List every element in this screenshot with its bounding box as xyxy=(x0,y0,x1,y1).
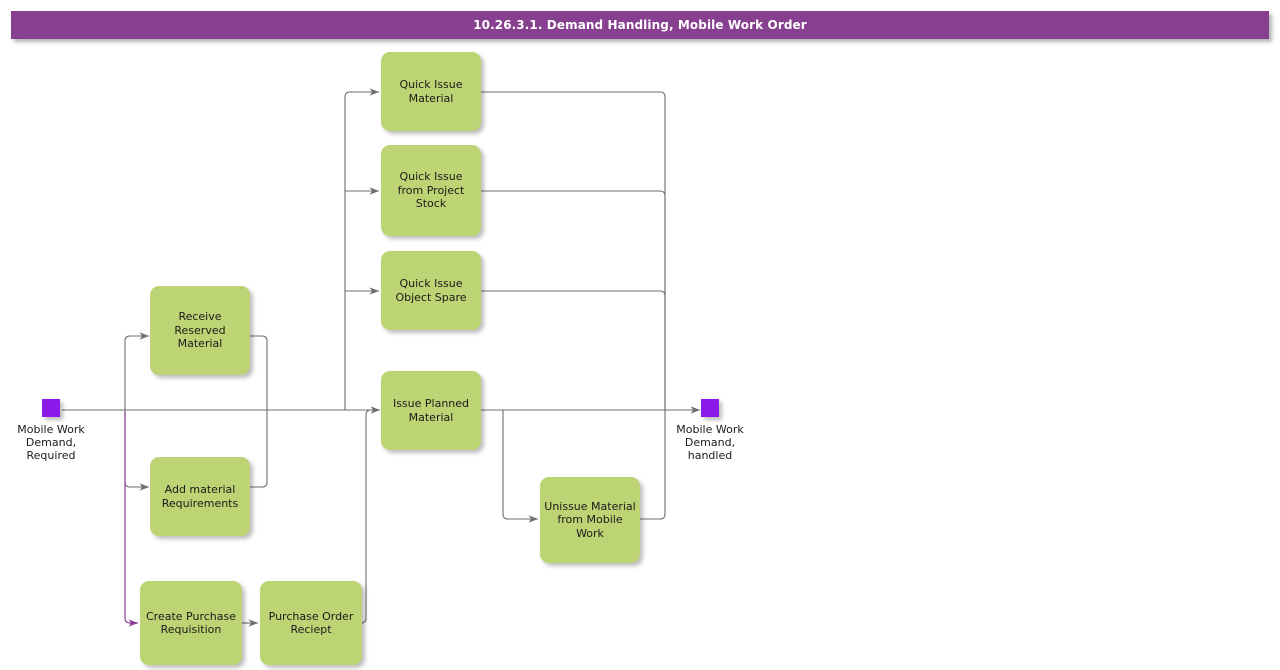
activity-quick-issue-from-project-stock[interactable]: Quick Issue from Project Stock xyxy=(381,145,481,236)
activity-label: Receive Reserved Material xyxy=(174,310,226,351)
activity-label: Quick Issue from Project Stock xyxy=(397,170,465,211)
edge-start-to-receive-reserved-material xyxy=(124,332,150,410)
edge-unissue-material-to-end-node xyxy=(640,410,666,520)
edge-quick-issue-material-to-end-node xyxy=(481,91,666,410)
activity-purchase-order-reciept[interactable]: Purchase Order Reciept xyxy=(260,581,362,665)
activity-label: Add material Requirements xyxy=(161,483,239,510)
activity-unissue-material-from-mobile-work[interactable]: Unissue Material from Mobile Work xyxy=(540,477,640,563)
start-node-label: Mobile Work Demand, Required xyxy=(17,423,85,462)
edge-quick-issue-project-stock-to-end-node xyxy=(481,190,666,410)
activity-add-material-requirements[interactable]: Add material Requirements xyxy=(150,457,250,536)
activity-create-purchase-requisition[interactable]: Create Purchase Requisition xyxy=(140,581,242,665)
edge-receive-reserved-material-to-issue-planned-material xyxy=(250,335,268,410)
edge-start-to-add-material-requirements xyxy=(124,410,150,491)
diagram-canvas: 10.26.3.1. Demand Handling, Mobile Work … xyxy=(0,0,1280,670)
activity-label: Purchase Order Reciept xyxy=(268,609,354,637)
activity-label: Quick Issue Object Spare xyxy=(395,277,467,304)
end-node-label: Mobile Work Demand, handled xyxy=(676,423,744,462)
edge-quick-issue-object-spare-to-end-node xyxy=(481,290,666,410)
edge-add-material-requirements-to-issue-planned-material xyxy=(250,410,268,488)
activity-label: Create Purchase Requisition xyxy=(146,609,236,637)
activity-label: Issue Planned Material xyxy=(392,397,470,424)
start-node-swatch xyxy=(42,399,60,417)
edge-start-to-create-purchase-requisition xyxy=(124,411,139,627)
end-node-swatch xyxy=(701,399,719,417)
end-node[interactable]: Mobile Work Demand, handled xyxy=(676,399,744,462)
activity-quick-issue-object-spare[interactable]: Quick Issue Object Spare xyxy=(381,251,481,330)
start-node[interactable]: Mobile Work Demand, Required xyxy=(17,399,85,462)
activity-receive-reserved-material[interactable]: Receive Reserved Material xyxy=(150,286,250,375)
activity-issue-planned-material[interactable]: Issue Planned Material xyxy=(381,371,481,450)
activity-label: Quick Issue Material xyxy=(399,78,463,105)
edge-purchase-order-reciept-to-issue-planned-material xyxy=(360,409,380,624)
edge-riser-quick-issue-column xyxy=(344,88,380,410)
activity-label: Unissue Material from Mobile Work xyxy=(544,499,636,540)
activity-quick-issue-material[interactable]: Quick Issue Material xyxy=(381,52,481,131)
edge-issue-planned-material-to-unissue-material xyxy=(502,410,539,523)
